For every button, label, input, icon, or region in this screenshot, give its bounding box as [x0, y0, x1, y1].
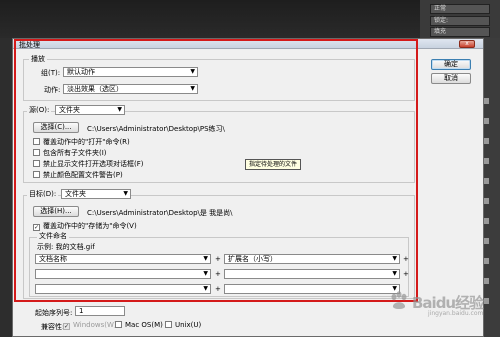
highlight-rectangle — [14, 39, 418, 302]
layers-panel-header: 正常 锁定: 填充 — [420, 0, 500, 38]
mac-checkbox[interactable]: Mac OS(M) — [115, 321, 163, 330]
unix-checkbox[interactable]: Unix(U) — [165, 321, 201, 330]
serial-label: 起始序列号: — [35, 309, 73, 317]
baidu-paw-icon — [391, 291, 407, 309]
windows-checkbox[interactable]: Windows(W) — [63, 321, 117, 330]
blend-mode-select[interactable]: 正常 — [430, 4, 490, 14]
checkbox-box[interactable] — [115, 321, 122, 328]
baidu-watermark: Baidu经验 jingyan.baidu.com — [388, 282, 498, 322]
fill-row: 填充 — [430, 27, 490, 37]
close-button[interactable]: x — [459, 40, 475, 48]
lock-row: 锁定: — [430, 16, 490, 26]
checkbox-box[interactable] — [63, 323, 70, 330]
checkbox-box[interactable] — [165, 321, 172, 328]
compatibility-label: 兼容性: — [41, 323, 65, 331]
checkbox-label: Unix(U) — [175, 321, 202, 329]
checkbox-label: Windows(W) — [73, 321, 117, 329]
serial-input[interactable]: 1 — [75, 306, 125, 316]
cancel-button[interactable]: 取消 — [431, 73, 471, 84]
ok-button[interactable]: 确定 — [431, 59, 471, 70]
checkbox-label: Mac OS(M) — [125, 321, 163, 329]
watermark-url: jingyan.baidu.com — [428, 310, 484, 317]
